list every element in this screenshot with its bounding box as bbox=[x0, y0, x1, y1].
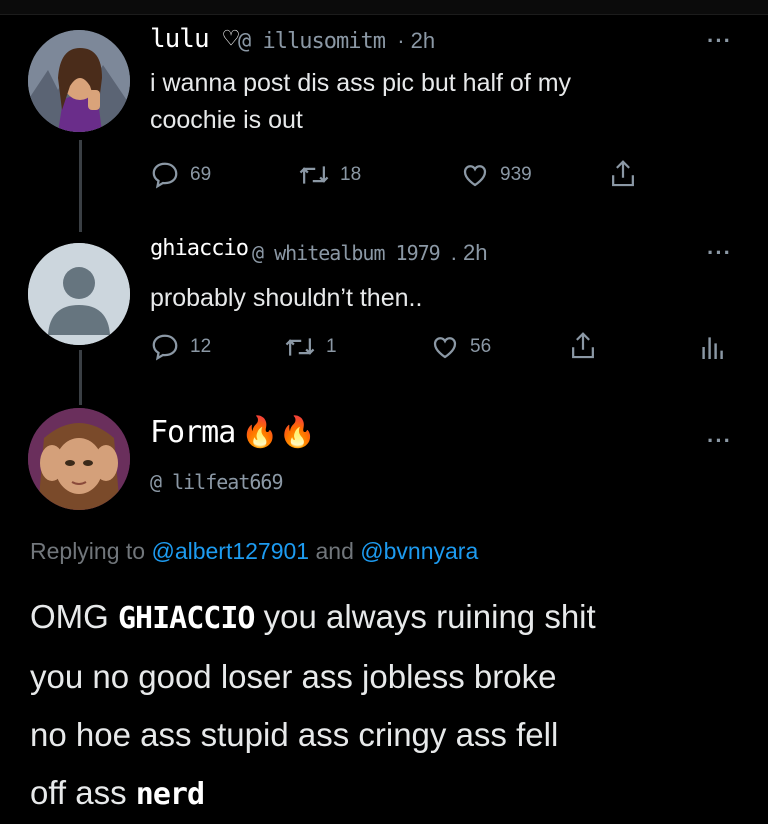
reply-icon bbox=[152, 334, 178, 361]
mention-link[interactable]: @bvnnyara bbox=[360, 538, 478, 564]
retweet-button[interactable]: 1 bbox=[284, 332, 337, 362]
more-icon[interactable]: ··· bbox=[707, 240, 732, 266]
retweet-count: 18 bbox=[340, 164, 362, 185]
tweet-text: probably shouldn’t then.. bbox=[150, 284, 423, 312]
tweet-text: i wanna post dis ass pic but half of my … bbox=[150, 65, 571, 139]
handle-text[interactable]: @ illusomitm bbox=[238, 29, 386, 54]
reply-count: 69 bbox=[190, 164, 212, 185]
mention-link[interactable]: @albert127901 bbox=[151, 538, 309, 564]
like-button[interactable]: 939 bbox=[460, 160, 532, 190]
like-icon bbox=[463, 165, 487, 187]
author-handle[interactable]: @ illusomitm · 2h bbox=[238, 28, 435, 54]
handwritten-name: GHIACCIO bbox=[118, 601, 255, 636]
analytics-icon bbox=[702, 337, 723, 359]
top-divider bbox=[0, 0, 768, 15]
share-button[interactable] bbox=[568, 330, 598, 362]
handwritten-word: nerd bbox=[135, 777, 205, 812]
avatar-drawing bbox=[28, 30, 130, 132]
reply-count: 12 bbox=[190, 336, 212, 357]
avatar[interactable] bbox=[28, 30, 130, 132]
tweet-text-line: coochie is out bbox=[150, 106, 303, 134]
like-button[interactable]: 56 bbox=[430, 332, 491, 362]
more-icon[interactable]: ··· bbox=[707, 428, 732, 454]
author-name[interactable]: Forma bbox=[150, 415, 236, 450]
thread-connector bbox=[79, 140, 82, 232]
like-count: 939 bbox=[500, 164, 532, 185]
tweet-text-line: off ass nerd bbox=[30, 764, 750, 824]
timestamp: . 2h bbox=[450, 240, 488, 265]
like-icon bbox=[433, 337, 457, 359]
author-handle[interactable]: @ lilfeat669 bbox=[150, 470, 283, 494]
avatar[interactable] bbox=[28, 243, 130, 345]
tweet-text-line: i wanna post dis ass pic but half of my bbox=[150, 69, 572, 97]
avatar-drawing bbox=[28, 408, 130, 510]
share-button[interactable] bbox=[608, 158, 638, 190]
tweet-text-line: no hoe ass stupid ass cringy ass fell bbox=[30, 716, 559, 753]
retweet-icon bbox=[299, 166, 329, 184]
thread-connector bbox=[79, 350, 82, 405]
tweet-text-line: OMG GHIACCIO you always ruining shit bbox=[30, 588, 750, 648]
analytics-button[interactable] bbox=[700, 332, 724, 362]
text-fragment: you always ruining shit bbox=[263, 598, 596, 635]
retweet-count: 1 bbox=[326, 336, 337, 357]
replying-to-line: Replying to @albert127901 and @bvnnyara bbox=[30, 538, 478, 565]
author-handle[interactable]: @ whitealbum 1979 . 2h bbox=[252, 240, 487, 266]
timestamp: · 2h bbox=[397, 28, 436, 53]
text-fragment: off ass bbox=[30, 774, 127, 811]
share-icon bbox=[612, 160, 634, 187]
default-profile-icon bbox=[28, 243, 130, 345]
share-icon bbox=[572, 332, 594, 359]
and-word: and bbox=[315, 538, 354, 564]
reply-button[interactable]: 12 bbox=[150, 332, 211, 362]
fire-emoji: 🔥🔥 bbox=[241, 416, 317, 449]
retweet-button[interactable]: 18 bbox=[298, 160, 361, 190]
like-count: 56 bbox=[470, 336, 492, 357]
reply-button[interactable]: 69 bbox=[150, 160, 211, 190]
handle-text[interactable]: @ whitealbum 1979 bbox=[252, 241, 441, 265]
tweet-text-line: you no good loser ass jobless broke bbox=[30, 658, 557, 695]
text-fragment: OMG bbox=[30, 598, 109, 635]
retweet-icon bbox=[285, 338, 315, 356]
author-name[interactable]: lulu ♡ bbox=[150, 24, 239, 54]
author-name-row[interactable]: Forma 🔥🔥 bbox=[150, 415, 316, 450]
avatar[interactable] bbox=[28, 408, 130, 510]
tweet-text: OMG GHIACCIO you always ruining shit you… bbox=[30, 588, 750, 824]
more-icon[interactable]: ··· bbox=[707, 28, 732, 54]
reply-icon bbox=[152, 162, 178, 189]
author-name[interactable]: ghiaccio bbox=[150, 236, 249, 261]
replying-to-label: Replying to bbox=[30, 538, 146, 564]
